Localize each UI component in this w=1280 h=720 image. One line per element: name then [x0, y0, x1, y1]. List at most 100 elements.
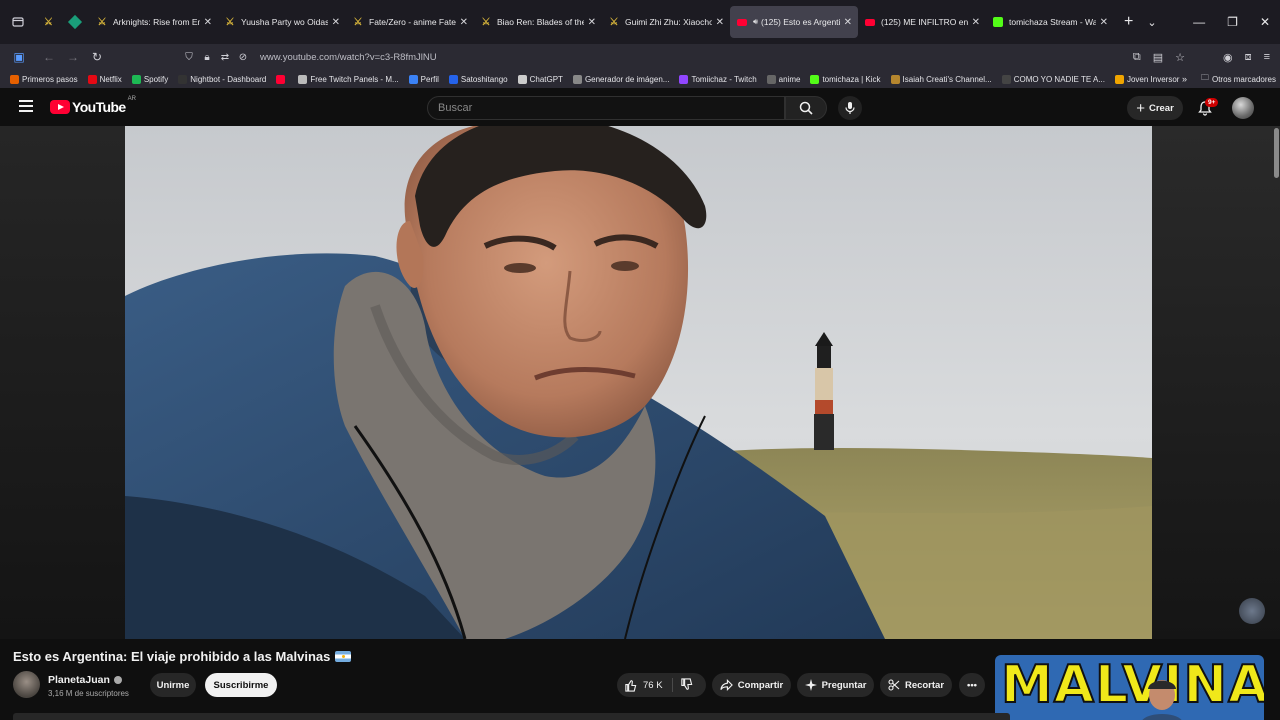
- channel-name-text[interactable]: PlanetaJuan: [48, 674, 110, 686]
- url-text[interactable]: www.youtube.com/watch?v=c3-R8fmJlNU: [260, 52, 437, 63]
- permissions-icon[interactable]: ⇄: [216, 52, 234, 63]
- pinned-tab[interactable]: ⚔: [38, 6, 64, 38]
- bookmark-item[interactable]: Joven Inversor: [1114, 74, 1179, 84]
- tab-audio-icon[interactable]: 🔊︎: [753, 17, 758, 27]
- ask-button[interactable]: Preguntar: [797, 673, 874, 697]
- bookmark-item[interactable]: anime: [766, 74, 801, 84]
- new-tab-button[interactable]: +: [1124, 13, 1133, 31]
- reload-button[interactable]: ↻: [85, 50, 109, 64]
- search-button[interactable]: [785, 96, 827, 120]
- plus-icon: +: [1136, 99, 1145, 117]
- browser-tab[interactable]: tomichaza Stream - Watc ✕: [986, 6, 1114, 38]
- player-area: [0, 126, 1280, 639]
- tab-close-icon[interactable]: ✕: [1100, 17, 1108, 28]
- browser-tab[interactable]: (125) ME INFILTRO en un ✕: [858, 6, 986, 38]
- next-video-thumbnail[interactable]: MALVINAS: [995, 655, 1264, 720]
- voice-search-button[interactable]: [838, 96, 862, 120]
- like-thumb-icon[interactable]: [624, 679, 637, 692]
- join-label: Unirme: [156, 679, 190, 691]
- bookmark-item[interactable]: Primeros pasos: [10, 74, 78, 84]
- verified-badge-icon: [113, 676, 122, 684]
- tab-close-icon[interactable]: ✕: [204, 17, 212, 28]
- guide-menu-icon[interactable]: [19, 100, 33, 112]
- search-input[interactable]: Buscar: [427, 96, 785, 120]
- bookmark-item[interactable]: tomichaza | Kick: [810, 74, 881, 84]
- dislike-thumb-icon[interactable]: [680, 678, 693, 691]
- account-avatar[interactable]: [1232, 97, 1254, 119]
- bookmark-favicon-icon: [448, 74, 458, 84]
- bookmark-item[interactable]: Tomiichaz - Twitch: [679, 74, 757, 84]
- tab-favicon-icon: ⚔: [44, 16, 53, 28]
- bookmark-item[interactable]: [276, 74, 288, 84]
- tab-close-icon[interactable]: ✕: [332, 17, 340, 28]
- description-box-edge[interactable]: [13, 713, 1010, 720]
- autoplay-blocked-icon[interactable]: ⊘: [234, 52, 252, 63]
- tab-close-icon[interactable]: ✕: [716, 17, 724, 28]
- tracking-shield-icon[interactable]: ⛉: [180, 52, 198, 63]
- page-scrollbar[interactable]: [1274, 126, 1280, 639]
- bookmark-label: Generador de imágen...: [584, 74, 670, 84]
- close-window-icon[interactable]: ✕: [1260, 15, 1270, 29]
- tab-overview-icon[interactable]: [6, 10, 30, 34]
- share-label: Compartir: [737, 679, 784, 691]
- browser-tab[interactable]: ⚔ Arknights: Rise from Emb ✕: [90, 6, 218, 38]
- back-button[interactable]: ←: [37, 50, 61, 64]
- extensions-icon[interactable]: ⧈: [1245, 51, 1252, 64]
- forward-button[interactable]: →: [61, 50, 85, 64]
- list-all-tabs-button[interactable]: ⌄: [1147, 16, 1156, 29]
- browser-tab[interactable]: 🔊︎ (125) Esto es Argentin ✕: [730, 6, 858, 38]
- share-button[interactable]: Compartir: [712, 673, 791, 697]
- scroll-thumb[interactable]: [1274, 128, 1279, 178]
- tab-close-icon[interactable]: ✕: [588, 17, 596, 28]
- subscribe-button[interactable]: Suscribirme: [205, 673, 277, 697]
- browser-tab[interactable]: ⚔ Yuusha Party wo Oidasar ✕: [218, 6, 346, 38]
- bookmark-label: Satoshitango: [460, 74, 508, 84]
- bookmark-item[interactable]: Free Twitch Panels - M...: [298, 74, 399, 84]
- bookmark-item[interactable]: COMO YO NADIE TE A...: [1001, 74, 1105, 84]
- bookmark-item[interactable]: Generador de imágen...: [572, 74, 670, 84]
- like-count[interactable]: 76 K: [643, 680, 663, 691]
- bookmark-favicon-icon: [766, 74, 776, 84]
- bookmark-label: anime: [778, 74, 801, 84]
- bookmark-item[interactable]: Isaiah Creati's Channel...: [890, 74, 992, 84]
- create-button[interactable]: + Crear: [1127, 96, 1183, 120]
- chevron-right-icon[interactable]: »: [1182, 74, 1187, 84]
- tab-close-icon[interactable]: ✕: [460, 17, 468, 28]
- player-overlay-avatar[interactable]: [1239, 598, 1265, 624]
- restore-icon[interactable]: ❐: [1227, 15, 1238, 29]
- tab-title: Arknights: Rise from Emb: [113, 17, 200, 27]
- bookmark-item[interactable]: Satoshitango: [448, 74, 508, 84]
- tab-close-icon[interactable]: ✕: [844, 17, 852, 28]
- sidebar-toggle-icon[interactable]: ▣: [7, 50, 31, 64]
- bookmark-item[interactable]: Perfil: [408, 74, 439, 84]
- tab-close-icon[interactable]: ✕: [972, 17, 980, 28]
- more-actions-button[interactable]: •••: [959, 673, 985, 697]
- bookmark-item[interactable]: Spotify: [131, 74, 168, 84]
- tab-favicon-icon: ⚔: [225, 16, 235, 28]
- subscribe-label: Suscribirme: [213, 679, 269, 691]
- channel-name[interactable]: PlanetaJuan: [48, 674, 122, 686]
- browser-tab[interactable]: ⚔ Guimi Zhi Zhu: Xiaochou ✕: [602, 6, 730, 38]
- bookmark-item[interactable]: Netflix: [87, 74, 122, 84]
- other-bookmarks[interactable]: » 🗀︎ Otros marcadores: [1182, 70, 1276, 88]
- pinned-tab[interactable]: [64, 6, 90, 38]
- create-label: Crear: [1148, 102, 1174, 114]
- pip-icon[interactable]: ⧉: [1133, 51, 1141, 64]
- bookmark-favicon-icon: [87, 74, 97, 84]
- url-bar[interactable]: ⛉ 🔒︎ ⇄ ⊘ www.youtube.com/watch?v=c3-R8fm…: [180, 47, 1130, 67]
- menu-icon[interactable]: ≡: [1264, 51, 1270, 63]
- channel-avatar[interactable]: [13, 671, 40, 698]
- join-button[interactable]: Unirme: [150, 673, 196, 697]
- browser-tab[interactable]: ⚔ Biao Ren: Blades of the G ✕: [474, 6, 602, 38]
- bookmark-item[interactable]: ChatGPT: [517, 74, 563, 84]
- browser-tab[interactable]: ⚔ Fate/Zero - anime Fate/Z ✕: [346, 6, 474, 38]
- lock-icon[interactable]: 🔒︎: [198, 52, 216, 63]
- bookmark-item[interactable]: Nightbot - Dashboard: [178, 74, 266, 84]
- video-player[interactable]: [125, 126, 1152, 639]
- youtube-logo[interactable]: YouTube AR: [50, 96, 136, 115]
- clip-button[interactable]: Recortar: [880, 673, 952, 697]
- bookmark-star-icon[interactable]: ☆: [1175, 51, 1185, 64]
- account-icon[interactable]: ◉: [1223, 51, 1233, 64]
- reader-icon[interactable]: ▤: [1153, 51, 1163, 64]
- minimize-icon[interactable]: —: [1193, 15, 1205, 29]
